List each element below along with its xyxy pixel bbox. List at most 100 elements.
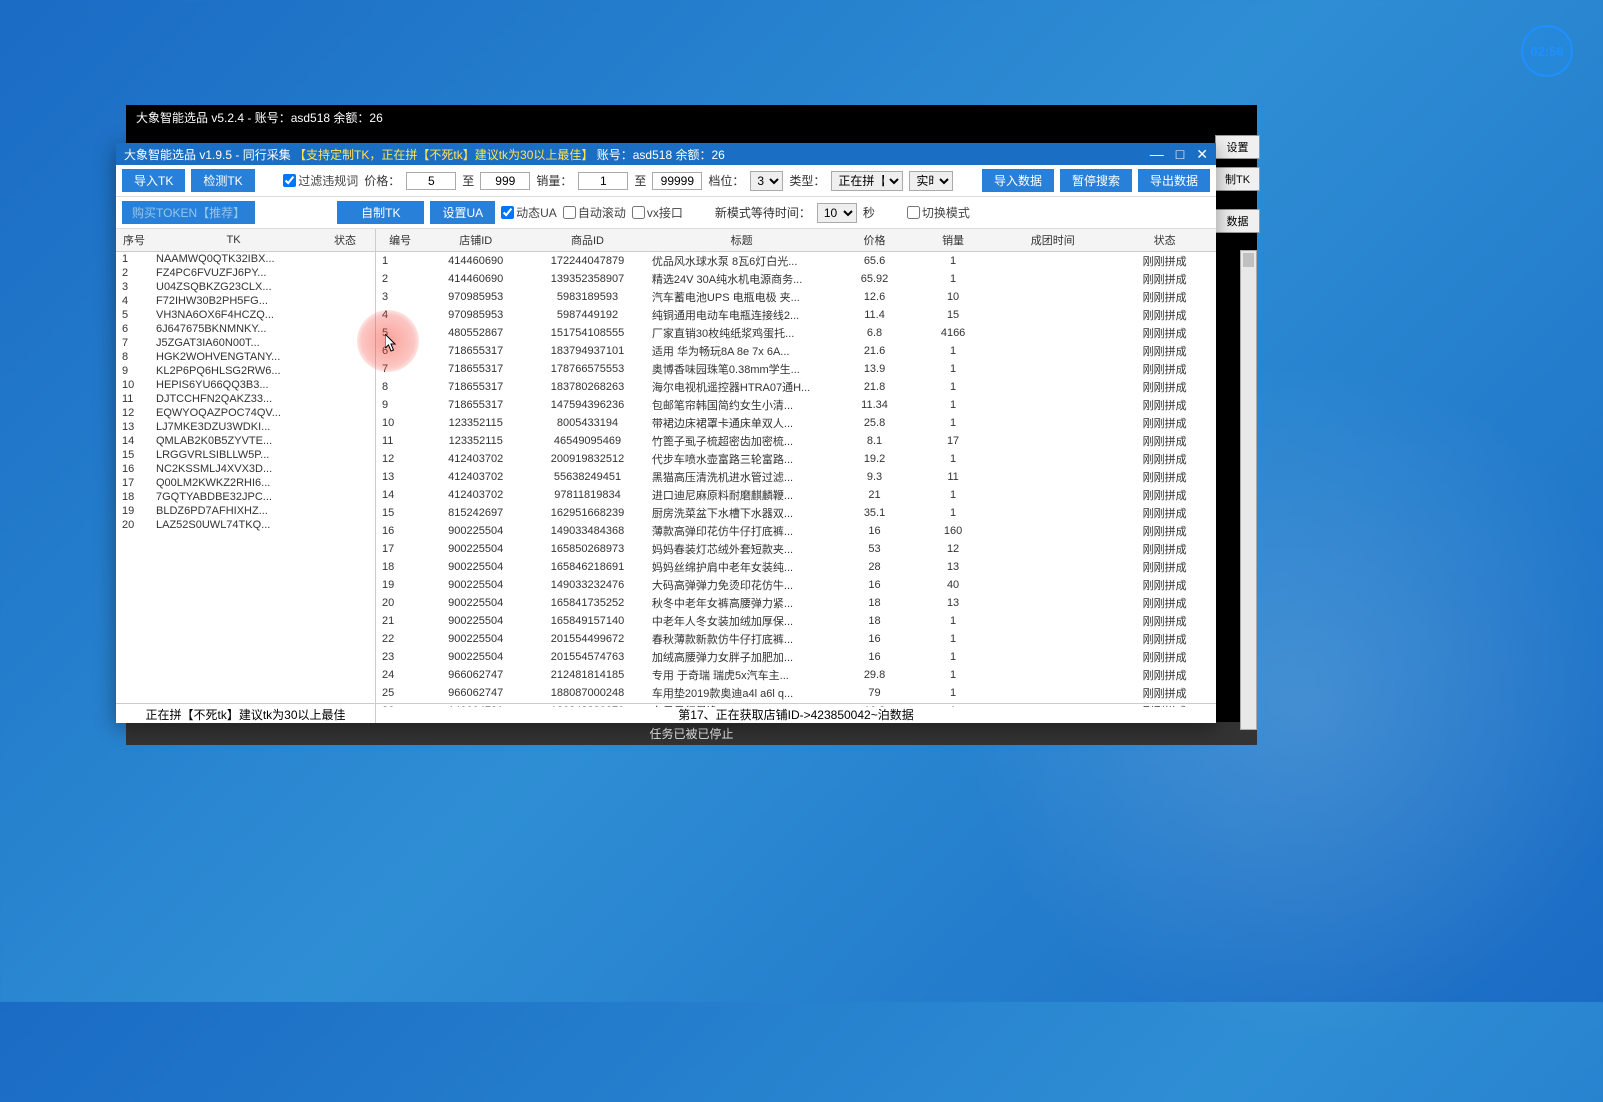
table-row[interactable]: 5480552867151754108555厂家直销30枚纯纸浆鸡蛋托...6.… <box>376 324 1216 342</box>
table-row[interactable]: 7718655317178766575553奥博香味园珠笔0.38mm学生...… <box>376 360 1216 378</box>
right-col-header[interactable]: 价格 <box>835 229 914 252</box>
filter-label: 过滤违规词 <box>298 172 358 189</box>
table-row[interactable]: 9KL2P6PQ6HLSG2RW6... <box>116 364 375 378</box>
table-row[interactable]: 23900225504201554574763加绒高腰弹力女胖子加肥加...16… <box>376 648 1216 666</box>
sales-label: 销量： <box>536 172 572 189</box>
table-row[interactable]: 17900225504165850268973妈妈春装灯芯绒外套短款夹...53… <box>376 540 1216 558</box>
table-row[interactable]: 14QMLAB2K0B5ZYVTE... <box>116 434 375 448</box>
realtime-select[interactable]: 实时 <box>909 171 953 191</box>
filter-checkbox[interactable] <box>283 174 296 187</box>
sales-from-input[interactable] <box>578 172 628 190</box>
table-row[interactable]: 16900225504149033484368薄款高弹印花仿牛仔打底裤...16… <box>376 522 1216 540</box>
right-col-header[interactable]: 成团时间 <box>992 229 1113 252</box>
make-tk-button[interactable]: 自制TK <box>337 201 424 224</box>
table-row[interactable]: 1NAAMWQ0QTK32IBX... <box>116 252 375 267</box>
table-row[interactable]: 2FZ4PC6FVUZFJ6PY... <box>116 266 375 280</box>
table-row[interactable]: 1441240370297811819834进口迪尼麻原料耐磨麒麟鞭...211… <box>376 486 1216 504</box>
table-row[interactable]: 11DJTCCHFN2QAKZ33... <box>116 392 375 406</box>
right-col-header[interactable]: 商品ID <box>527 229 648 252</box>
vx-api-checkbox[interactable] <box>632 206 645 219</box>
table-row[interactable]: 22900225504201554499672春秋薄款新款仿牛仔打底裤...16… <box>376 630 1216 648</box>
sales-to-input[interactable] <box>652 172 702 190</box>
main-window: 大象智能选品 v1.9.5 - 同行采集 【支持定制TK，正在拼【不死tk】建议… <box>116 143 1216 723</box>
table-row[interactable]: 19900225504149033232476大码高弹弹力免烫印花仿牛...16… <box>376 576 1216 594</box>
table-row[interactable]: 1341240370255638249451黑猫高压清洗机进水管过滤...9.3… <box>376 468 1216 486</box>
right-col-header[interactable]: 店铺ID <box>424 229 527 252</box>
pos-label: 档位： <box>708 172 744 189</box>
switch-mode-label: 切换模式 <box>922 204 970 221</box>
price-from-input[interactable] <box>406 172 456 190</box>
type-label: 类型： <box>789 172 825 189</box>
left-col-header[interactable]: 状态 <box>315 229 375 252</box>
close-icon[interactable]: ✕ <box>1196 146 1208 163</box>
wait-label: 新模式等待时间： <box>715 204 811 221</box>
toolbar-row-2: 购买TOKEN【推荐】 自制TK 设置UA 动态UA 自动滚动 vx接口 新模式… <box>116 197 1216 229</box>
table-row[interactable]: 20LAZ52S0UWL74TKQ... <box>116 518 375 532</box>
clock-widget: 02:56 <box>1521 25 1573 77</box>
pos-select[interactable]: 3 <box>750 171 783 191</box>
import-data-button[interactable]: 导入数据 <box>982 169 1054 192</box>
import-tk-button[interactable]: 导入TK <box>122 169 185 192</box>
table-row[interactable]: 21900225504165849157140中老年人冬女装加绒加厚保...18… <box>376 612 1216 630</box>
back-btn-maketk[interactable]: 制TK <box>1215 167 1260 191</box>
buy-token-button[interactable]: 购买TOKEN【推荐】 <box>122 201 255 224</box>
table-row[interactable]: 187GQTYABDBE32JPC... <box>116 490 375 504</box>
table-row[interactable]: 24966062747212481814185专用 于奇瑞 瑞虎5x汽车主...… <box>376 666 1216 684</box>
price-to-input[interactable] <box>480 172 530 190</box>
auto-scroll-checkbox[interactable] <box>563 206 576 219</box>
table-row[interactable]: 15LRGGVRLSIBLLW5P... <box>116 448 375 462</box>
table-row[interactable]: 19BLDZ6PD7AFHIXHZ... <box>116 504 375 518</box>
table-row[interactable]: 66J647675BKNMNKY... <box>116 322 375 336</box>
table-row[interactable]: 1112335211546549095469竹篦子虱子梳超密齿加密梳...8.1… <box>376 432 1216 450</box>
table-row[interactable]: 15815242697162951668239厨房洗菜盆下水槽下水器双...35… <box>376 504 1216 522</box>
back-btn-data[interactable]: 数据 <box>1215 209 1260 233</box>
table-row[interactable]: 3U04ZSQBKZG23CLX... <box>116 280 375 294</box>
right-col-header[interactable]: 状态 <box>1113 229 1216 252</box>
table-row[interactable]: 39709859535983189593汽车蓄电池UPS 电瓶电极 夹...12… <box>376 288 1216 306</box>
status-right: 第17、正在获取店铺ID->423850042~泊数据 <box>376 704 1216 723</box>
right-col-header[interactable]: 编号 <box>376 229 424 252</box>
table-row[interactable]: 6718655317183794937101适用 华为畅玩8A 8e 7x 6A… <box>376 342 1216 360</box>
title-highlight: 【支持定制TK，正在拼【不死tk】建议tk为30以上最佳】 <box>294 148 593 162</box>
export-data-button[interactable]: 导出数据 <box>1138 169 1210 192</box>
table-row[interactable]: 1414460690172244047879优品风水球水泵 8瓦6灯白光...6… <box>376 252 1216 271</box>
scrollbar-thumb[interactable] <box>1243 253 1254 267</box>
toolbar-row-1: 导入TK 检测TK 过滤违规词 价格： 至 销量： 至 档位： 3 类型： 正在… <box>116 165 1216 197</box>
left-col-header[interactable]: 序号 <box>116 229 152 252</box>
table-row[interactable]: 49709859535987449192纯铜通用电动车电瓶连接线2...11.4… <box>376 306 1216 324</box>
table-row[interactable]: 8718655317183780268263海尔电视机遥控器HTRA07通H..… <box>376 378 1216 396</box>
table-row[interactable]: 8HGK2WOHVENGTANY... <box>116 350 375 364</box>
right-product-table: 编号店铺ID商品ID标题价格销量成团时间状态 14144606901722440… <box>376 229 1216 707</box>
table-row[interactable]: 25966062747188087000248车用垫2019款奥迪a4l a6l… <box>376 684 1216 702</box>
table-row[interactable]: 17Q00LM2KWKZ2RHI6... <box>116 476 375 490</box>
switch-mode-checkbox[interactable] <box>907 206 920 219</box>
detect-tk-button[interactable]: 检测TK <box>191 169 254 192</box>
wait-select[interactable]: 10 <box>817 203 857 223</box>
table-row[interactable]: 13LJ7MKE3DZU3WDKI... <box>116 420 375 434</box>
pause-search-button[interactable]: 暂停搜索 <box>1060 169 1132 192</box>
title-suffix: 账号：asd518 余额：26 <box>597 148 725 162</box>
table-row[interactable]: 12EQWYOQAZPOC74QV... <box>116 406 375 420</box>
table-row[interactable]: 5VH3NA6OX6F4HCZQ... <box>116 308 375 322</box>
right-col-header[interactable]: 标题 <box>648 229 835 252</box>
table-row[interactable]: 9718655317147594396236包邮笔帘韩国简约女生小清...11.… <box>376 396 1216 414</box>
type-select[interactable]: 正在拼【不 <box>831 171 903 191</box>
back-btn-settings[interactable]: 设置 <box>1215 135 1260 159</box>
maximize-icon[interactable]: □ <box>1176 146 1184 163</box>
table-row[interactable]: 16NC2KSSMLJ4XVX3D... <box>116 462 375 476</box>
table-row[interactable]: 18900225504165846218691妈妈丝绵护肩中老年女装纯...28… <box>376 558 1216 576</box>
status-left: 正在拼【不死tk】建议tk为30以上最佳 <box>116 704 376 723</box>
set-ua-button[interactable]: 设置UA <box>430 201 495 224</box>
table-row[interactable]: 4F72IHW30B2PH5FG... <box>116 294 375 308</box>
table-row[interactable]: 2414460690139352358907精选24V 30A纯水机电源商务..… <box>376 270 1216 288</box>
right-col-header[interactable]: 销量 <box>914 229 993 252</box>
table-row[interactable]: 7J5ZGAT3IA60N00T... <box>116 336 375 350</box>
table-row[interactable]: 12412403702200919832512代步车喷水壶富路三轮富路...19… <box>376 450 1216 468</box>
left-col-header[interactable]: TK <box>152 229 315 252</box>
dynamic-ua-checkbox[interactable] <box>501 206 514 219</box>
table-row[interactable]: 20900225504165841735252秋冬中老年女裤高腰弹力紧...18… <box>376 594 1216 612</box>
minimize-icon[interactable]: — <box>1150 146 1164 163</box>
table-row[interactable]: 10HEPIS6YU66QQ3B3... <box>116 378 375 392</box>
table-row[interactable]: 101233521158005433194带裙边床裙罩卡通床单双人...25.8… <box>376 414 1216 432</box>
auto-scroll-label: 自动滚动 <box>578 204 626 221</box>
